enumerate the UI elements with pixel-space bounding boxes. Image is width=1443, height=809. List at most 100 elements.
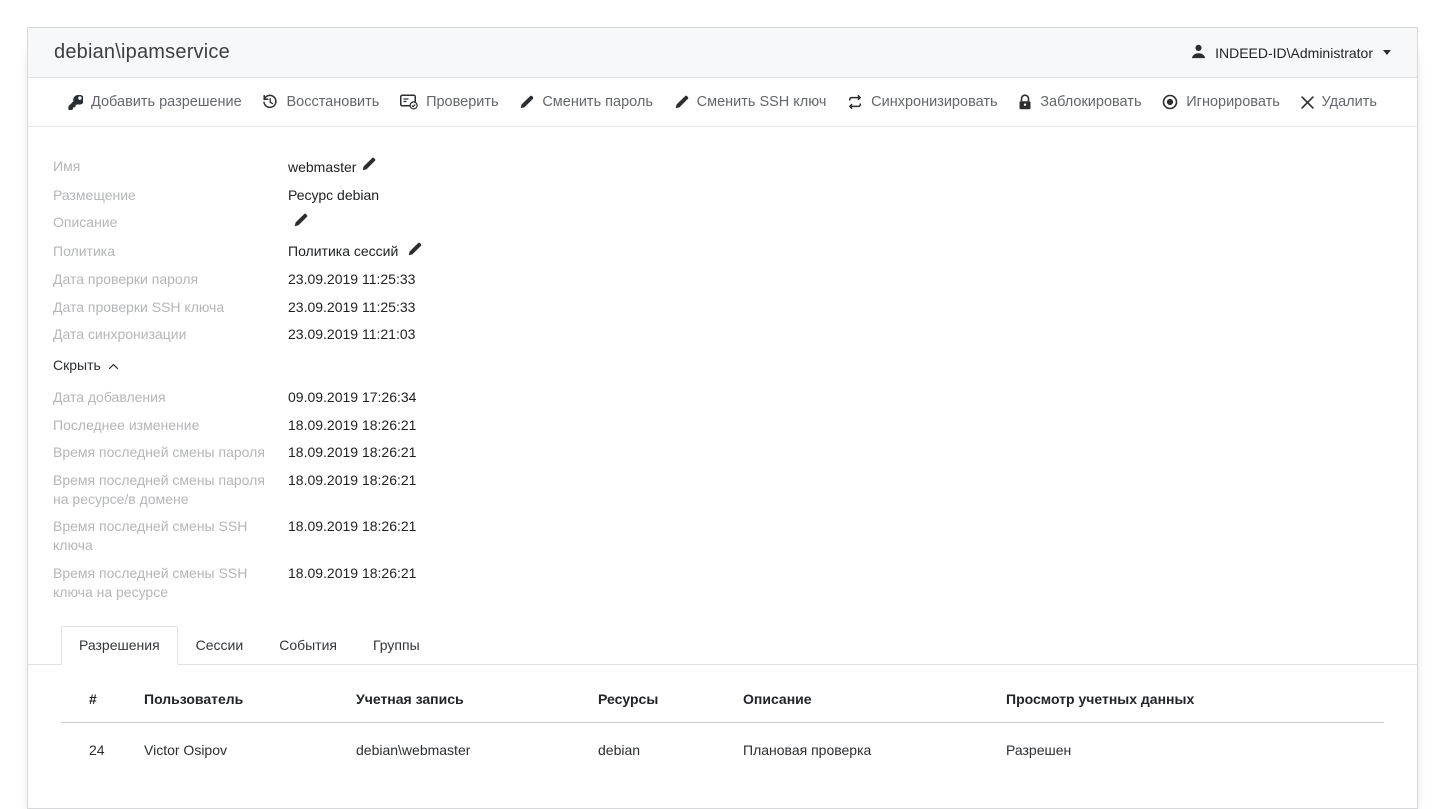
edit-pencil-icon[interactable] (407, 242, 422, 262)
field-name: Имя webmaster (53, 157, 1417, 177)
field-value: 09.09.2019 17:26:34 (288, 388, 416, 407)
change-ssh-key-button[interactable]: Сменить SSH ключ (674, 94, 827, 110)
permissions-table: # Пользователь Учетная запись Ресурсы Оп… (61, 679, 1384, 780)
cell-resources: debian (590, 722, 735, 780)
field-value-text: 18.09.2019 18:26:21 (288, 517, 416, 536)
field-value (288, 213, 308, 233)
restore-icon (262, 94, 278, 110)
field-ssh-check-date: Дата проверки SSH ключа 23.09.2019 11:25… (53, 298, 1417, 317)
lock-icon (1018, 94, 1032, 110)
table-header-row: # Пользователь Учетная запись Ресурсы Оп… (61, 679, 1384, 723)
field-label: Дата проверки пароля (53, 270, 268, 289)
sync-icon (847, 94, 863, 110)
table-row[interactable]: 24 Victor Osipov debian\webmaster debian… (61, 722, 1384, 780)
field-last-ssh-key-change-resource: Время последней смены SSH ключа на ресур… (53, 564, 1417, 602)
tab-groups[interactable]: Группы (355, 626, 438, 665)
field-label: Описание (53, 213, 268, 232)
field-value: 18.09.2019 18:26:21 (288, 517, 416, 536)
field-last-modified: Последнее изменение 18.09.2019 18:26:21 (53, 416, 1417, 435)
field-value-text: Ресурс debian (288, 186, 379, 205)
field-policy: Политика Политика сессий (53, 242, 1417, 262)
toolbar-label: Заблокировать (1040, 94, 1141, 110)
edit-pencil-icon[interactable] (293, 213, 308, 233)
field-value-text: 23.09.2019 11:25:33 (288, 270, 415, 289)
delete-button[interactable]: Удалить (1301, 94, 1377, 110)
lock-button[interactable]: Заблокировать (1018, 94, 1141, 110)
field-label: Последнее изменение (53, 416, 268, 435)
hide-toggle-label: Скрыть (53, 357, 101, 373)
verify-button[interactable]: Проверить (400, 94, 499, 110)
field-value: 18.09.2019 18:26:21 (288, 471, 416, 490)
field-value-text: webmaster (288, 158, 356, 177)
change-password-button[interactable]: Сменить пароль (519, 94, 653, 110)
col-resources: Ресурсы (590, 679, 735, 723)
account-details-card: debian\ipamservice INDEED-ID\Administrat… (27, 27, 1418, 809)
col-description: Описание (735, 679, 998, 723)
page-title: debian\ipamservice (54, 41, 230, 64)
tab-events[interactable]: События (261, 626, 355, 665)
tab-permissions[interactable]: Разрешения (61, 626, 178, 665)
field-label: Время последней смены SSH ключа (53, 517, 268, 555)
field-value: 23.09.2019 11:25:33 (288, 270, 415, 289)
toolbar-label: Синхронизировать (871, 94, 997, 110)
col-user: Пользователь (136, 679, 348, 723)
page: debian\ipamservice INDEED-ID\Administrat… (0, 0, 1443, 803)
field-label: Размещение (53, 186, 268, 205)
toolbar-label: Восстановить (286, 94, 379, 110)
field-value: webmaster (288, 157, 376, 177)
field-label: Время последней смены SSH ключа на ресур… (53, 564, 268, 602)
field-value-text: 23.09.2019 11:21:03 (288, 325, 415, 344)
field-value-text: 18.09.2019 18:26:21 (288, 416, 416, 435)
synchronize-button[interactable]: Синхронизировать (847, 94, 997, 110)
pencil-icon (519, 95, 534, 110)
toolbar-label: Сменить пароль (542, 94, 653, 110)
verify-icon (400, 94, 418, 110)
cell-user: Victor Osipov (136, 722, 348, 780)
cell-account: debian\webmaster (348, 722, 590, 780)
field-value-text: 09.09.2019 17:26:34 (288, 388, 416, 407)
restore-button[interactable]: Восстановить (262, 94, 379, 110)
hide-details-toggle[interactable]: Скрыть (53, 357, 119, 373)
card-header: debian\ipamservice INDEED-ID\Administrat… (28, 28, 1417, 78)
cell-credentials-view: Разрешен (998, 722, 1384, 780)
field-sync-date: Дата синхронизации 23.09.2019 11:21:03 (53, 325, 1417, 344)
field-value-text: 18.09.2019 18:26:21 (288, 564, 416, 583)
key-icon (68, 95, 83, 110)
field-value: Ресурс debian (288, 186, 379, 205)
field-value: 18.09.2019 18:26:21 (288, 564, 416, 583)
user-menu[interactable]: INDEED-ID\Administrator (1190, 43, 1391, 63)
field-value: 23.09.2019 11:25:33 (288, 298, 415, 317)
field-last-password-change: Время последней смены пароля 18.09.2019 … (53, 443, 1417, 462)
tab-bar: Разрешения Сессии События Группы (28, 626, 1417, 665)
field-label: Время последней смены пароля на ресурсе/… (53, 471, 268, 509)
field-last-password-change-resource: Время последней смены пароля на ресурсе/… (53, 471, 1417, 509)
toolbar-label: Проверить (426, 94, 499, 110)
col-number: # (61, 679, 136, 723)
field-last-ssh-key-change: Время последней смены SSH ключа 18.09.20… (53, 517, 1417, 555)
tab-sessions[interactable]: Сессии (178, 626, 262, 665)
ignore-icon (1162, 94, 1178, 110)
user-icon (1190, 43, 1207, 63)
chevron-down-icon (1383, 50, 1391, 55)
field-description: Описание (53, 213, 1417, 233)
field-label: Дата проверки SSH ключа (53, 298, 268, 317)
details-section: Имя webmaster Размещение Ресурс debian О… (28, 127, 1417, 602)
col-credentials-view: Просмотр учетных данных (998, 679, 1384, 723)
field-value: 23.09.2019 11:21:03 (288, 325, 415, 344)
edit-pencil-icon[interactable] (361, 157, 376, 177)
field-date-added: Дата добавления 09.09.2019 17:26:34 (53, 388, 1417, 407)
field-value-text: 18.09.2019 18:26:21 (288, 443, 416, 462)
field-value: 18.09.2019 18:26:21 (288, 443, 416, 462)
toolbar-label: Сменить SSH ключ (697, 94, 827, 110)
field-password-check-date: Дата проверки пароля 23.09.2019 11:25:33 (53, 270, 1417, 289)
cell-description: Плановая проверка (735, 722, 998, 780)
add-permission-button[interactable]: Добавить разрешение (68, 94, 242, 110)
field-label: Имя (53, 157, 268, 176)
toolbar-label: Добавить разрешение (91, 94, 242, 110)
field-value-text: 18.09.2019 18:26:21 (288, 471, 416, 490)
ignore-button[interactable]: Игнорировать (1162, 94, 1280, 110)
field-label: Время последней смены пароля (53, 443, 268, 462)
toolbar-label: Игнорировать (1186, 94, 1280, 110)
field-label: Дата добавления (53, 388, 268, 407)
toolbar-label: Удалить (1322, 94, 1377, 110)
